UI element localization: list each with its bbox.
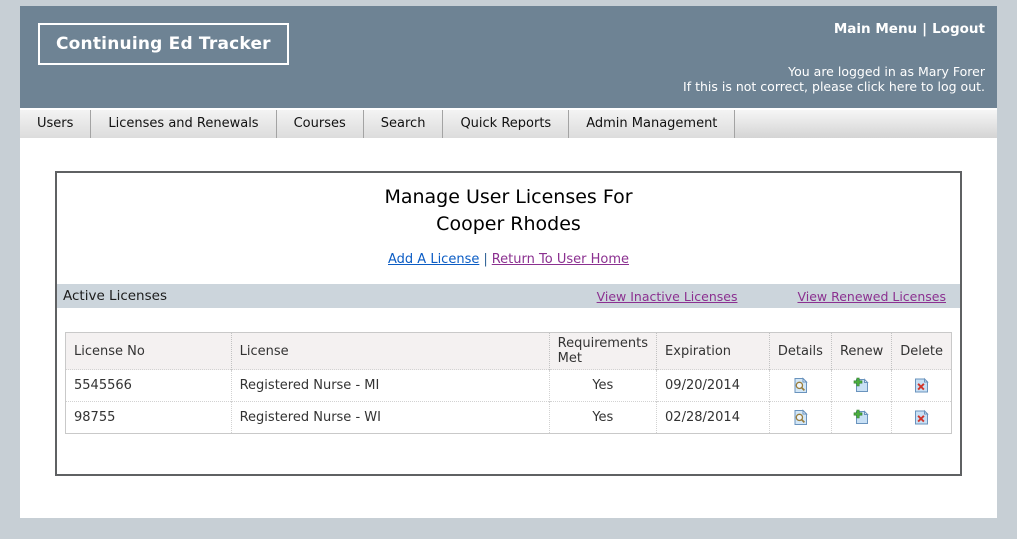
main-nav: Users Licenses and Renewals Courses Sear…	[20, 110, 997, 138]
nav-tab-search[interactable]: Search	[364, 110, 444, 138]
active-licenses-bar: Active Licenses View Inactive Licenses V…	[57, 284, 960, 308]
section-title: Active Licenses	[57, 288, 167, 304]
col-header-delete: Delete	[892, 333, 952, 370]
page-title: Manage User Licenses For Cooper Rhodes	[57, 173, 960, 237]
header-right: Main Menu|Logout You are logged in as Ma…	[683, 21, 985, 94]
logout-hint-line: If this is not correct, please click her…	[683, 79, 985, 94]
col-header-renew: Renew	[831, 333, 891, 370]
delete-document-x-icon[interactable]	[913, 409, 930, 426]
page-title-line2: Cooper Rhodes	[57, 211, 960, 238]
col-header-requirements-met: Requirements Met	[549, 333, 656, 370]
app-logo: Continuing Ed Tracker	[38, 23, 289, 65]
table-row: 98755 Registered Nurse - WI Yes 02/28/20…	[66, 402, 952, 434]
renew-document-add-icon[interactable]	[853, 409, 870, 426]
logged-in-as-text: You are logged in as Mary Forer	[683, 64, 985, 79]
return-to-user-home-link[interactable]: Return To User Home	[492, 252, 629, 267]
details-document-magnifier-icon[interactable]	[792, 377, 809, 394]
requirements-met-cell: Yes	[549, 402, 656, 434]
page-container: Continuing Ed Tracker Main Menu|Logout Y…	[20, 6, 997, 518]
main-menu-link[interactable]: Main Menu	[834, 21, 917, 37]
nav-tab-quick-reports[interactable]: Quick Reports	[443, 110, 569, 138]
manage-licenses-panel: Manage User Licenses For Cooper Rhodes A…	[55, 171, 962, 476]
action-links-separator: |	[479, 252, 491, 267]
licenses-table: License No License Requirements Met Expi…	[65, 332, 952, 434]
requirements-met-cell: Yes	[549, 370, 656, 402]
details-document-magnifier-icon[interactable]	[792, 409, 809, 426]
app-logo-text: Continuing Ed Tracker	[56, 34, 271, 54]
site-header: Continuing Ed Tracker Main Menu|Logout Y…	[20, 6, 997, 108]
header-menu: Main Menu|Logout	[683, 21, 985, 37]
page-title-line1: Manage User Licenses For	[57, 184, 960, 211]
license-no-cell: 5545566	[66, 370, 232, 402]
delete-document-x-icon[interactable]	[913, 377, 930, 394]
logout-link[interactable]: Logout	[932, 21, 985, 37]
menu-separator: |	[917, 21, 932, 37]
license-cell: Registered Nurse - MI	[231, 370, 549, 402]
expiration-cell: 02/28/2014	[657, 402, 770, 434]
view-inactive-licenses-link[interactable]: View Inactive Licenses	[597, 289, 738, 304]
licenses-table-wrap: License No License Requirements Met Expi…	[65, 332, 952, 434]
license-cell: Registered Nurse - WI	[231, 402, 549, 434]
nav-tab-admin-management[interactable]: Admin Management	[569, 110, 735, 138]
expiration-cell: 09/20/2014	[657, 370, 770, 402]
col-header-license-no: License No	[66, 333, 232, 370]
nav-tab-users[interactable]: Users	[20, 110, 91, 138]
action-links: Add A License|Return To User Home	[57, 252, 960, 267]
content-area: Manage User Licenses For Cooper Rhodes A…	[20, 171, 997, 476]
section-links: View Inactive Licenses View Renewed Lice…	[597, 289, 960, 304]
col-header-details: Details	[769, 333, 831, 370]
renew-document-add-icon[interactable]	[853, 377, 870, 394]
logout-hint-prefix: If this is not correct, please	[683, 79, 857, 94]
nav-tab-courses[interactable]: Courses	[277, 110, 364, 138]
table-row: 5545566 Registered Nurse - MI Yes 09/20/…	[66, 370, 952, 402]
col-header-expiration: Expiration	[657, 333, 770, 370]
add-a-license-link[interactable]: Add A License	[388, 252, 479, 267]
logout-hint-suffix: to log out.	[917, 79, 985, 94]
col-header-license: License	[231, 333, 549, 370]
click-here-logout-link[interactable]: click here	[857, 79, 917, 94]
nav-tab-licenses-and-renewals[interactable]: Licenses and Renewals	[91, 110, 276, 138]
table-header-row: License No License Requirements Met Expi…	[66, 333, 952, 370]
view-renewed-licenses-link[interactable]: View Renewed Licenses	[797, 289, 946, 304]
license-no-cell: 98755	[66, 402, 232, 434]
login-status: You are logged in as Mary Forer If this …	[683, 64, 985, 94]
